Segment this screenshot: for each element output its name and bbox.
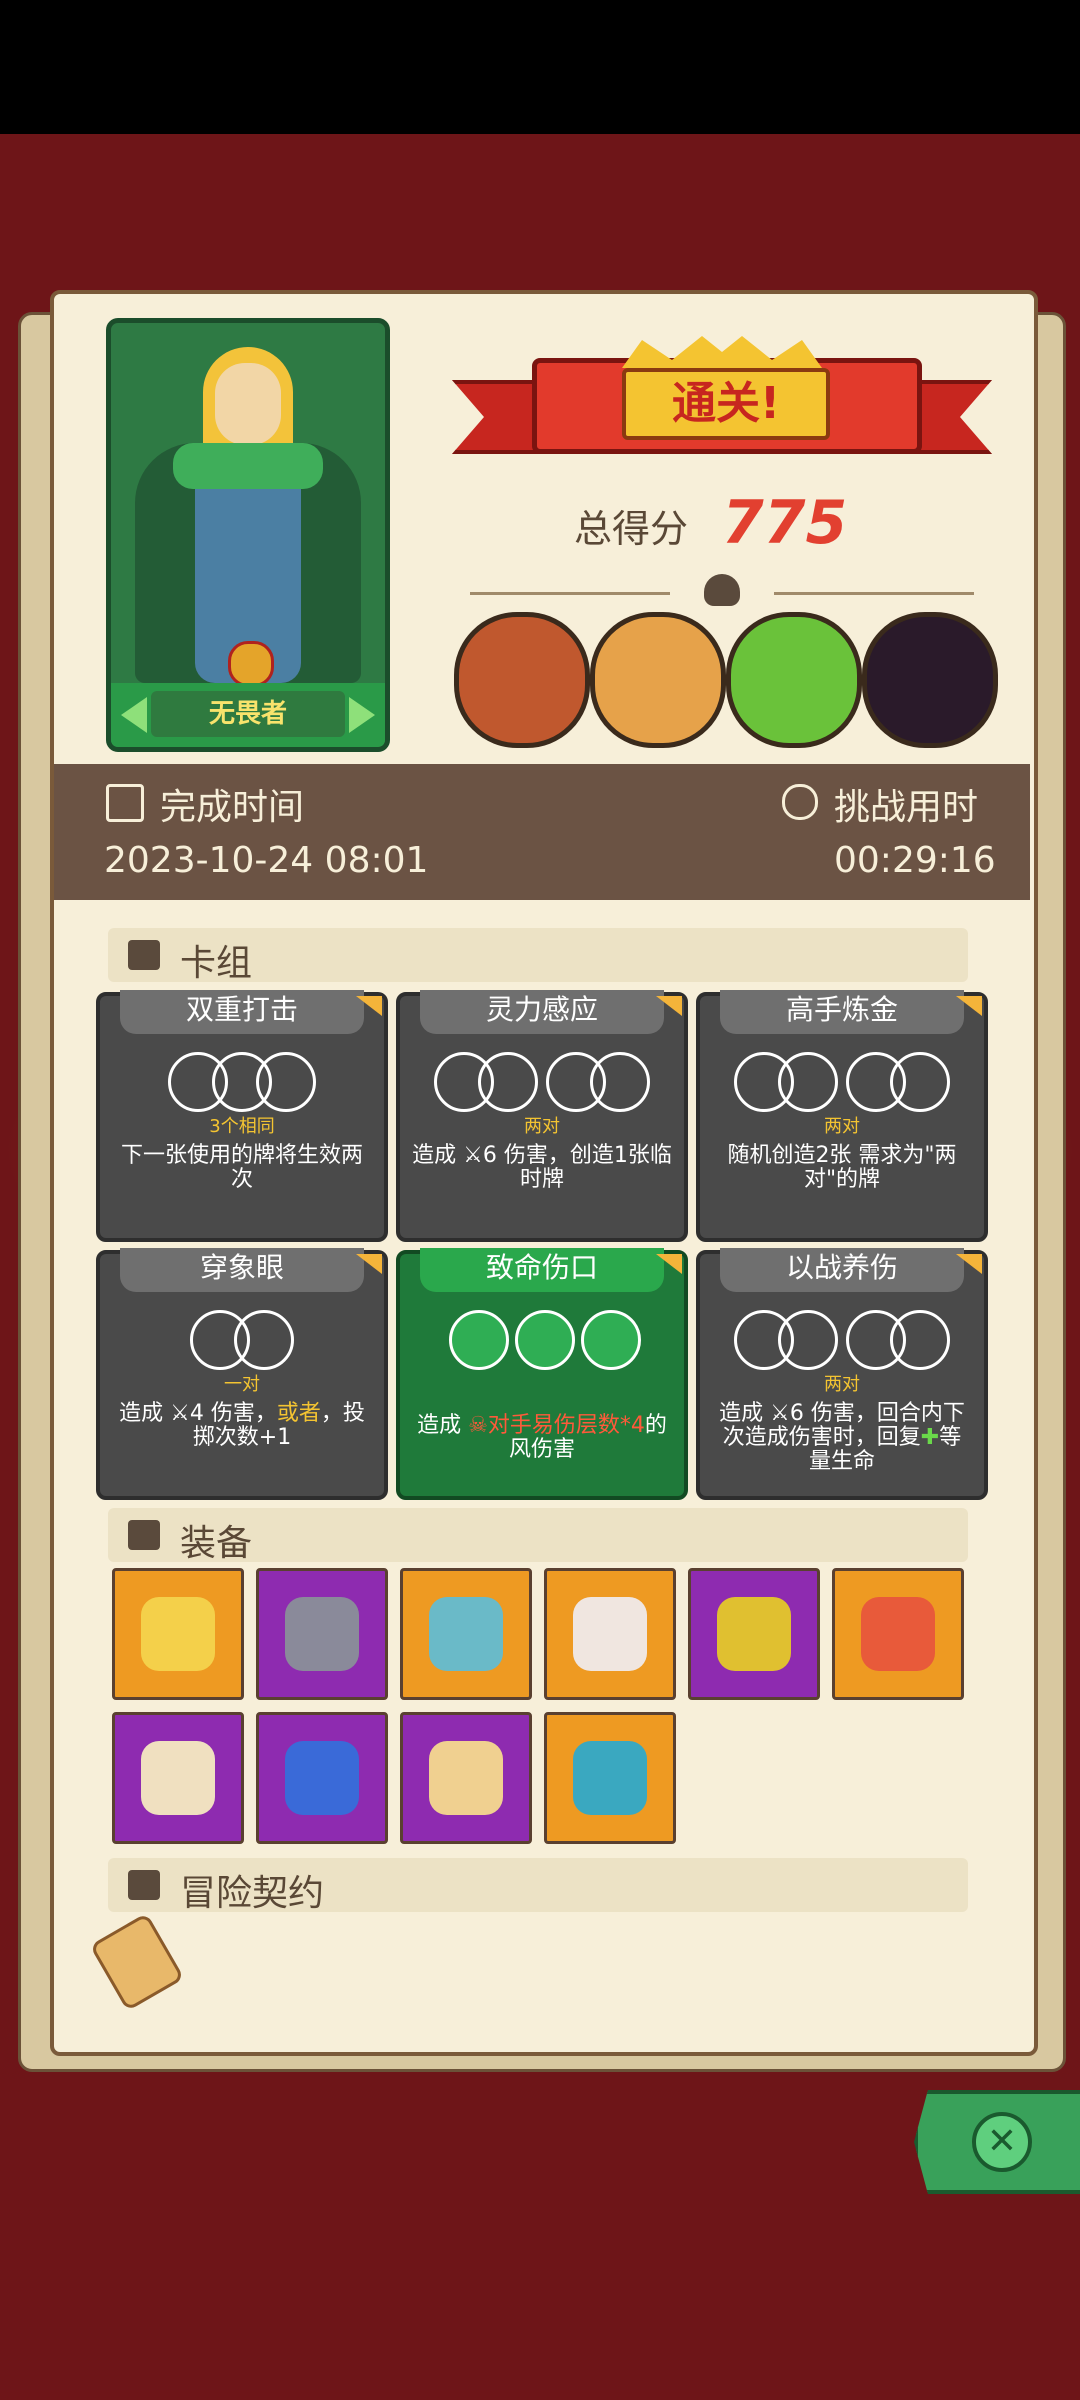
divider-line-right [774, 592, 974, 595]
close-button[interactable]: ✕ [914, 2090, 1080, 2194]
skill-card[interactable]: 以战养伤 两对 造成 ⚔6 伤害，回合内下次造成伤害时，回复✚等量生命 [696, 1248, 988, 1500]
dice-slots [400, 1052, 684, 1116]
card-title: 以战养伤 [720, 1248, 964, 1292]
hero-namebar: 无畏者 [111, 683, 385, 747]
status-bar [0, 0, 1080, 134]
boss-portrait-1[interactable] [454, 612, 590, 748]
card-requirement: 一对 [224, 1374, 260, 1395]
section-deck: 卡组 [108, 928, 968, 984]
card-title: 灵力感应 [420, 990, 664, 1034]
feather-icon [861, 1597, 935, 1671]
equipment-slot[interactable] [544, 1568, 676, 1700]
challenge-time-label: 挑战用时 [834, 787, 979, 828]
skull-icon [704, 574, 740, 606]
daggers-icon [429, 1741, 503, 1815]
info-band: 完成时间 2023-10-24 08:01 挑战用时 00:29:16 [54, 764, 1030, 900]
dice-slots [100, 1052, 384, 1116]
card-description: 造成 ⚔6 伤害，创造1张临时牌 [412, 1143, 672, 1192]
equipment-slot[interactable] [544, 1712, 676, 1844]
card-description: 造成 ⚔6 伤害，回合内下次造成伤害时，回复✚等量生命 [719, 1401, 965, 1474]
card-requirement: 两对 [824, 1374, 860, 1395]
sword-icon: ⚔ [770, 1401, 790, 1426]
equipment-slot[interactable] [688, 1568, 820, 1700]
section-contract-label: 冒险契约 [180, 1873, 325, 1914]
prev-hero-arrow-icon[interactable] [121, 697, 147, 733]
card-title: 致命伤口 [420, 1248, 664, 1292]
equipment-slot[interactable] [112, 1712, 244, 1844]
spirit-flame-icon [285, 1741, 359, 1815]
vulnerable-icon: ☠ [468, 1413, 488, 1438]
crown-icon [141, 1597, 215, 1671]
score-value: 775 [722, 488, 848, 558]
dice-slots [400, 1310, 684, 1374]
skill-card[interactable]: 双重打击 3个相同 下一张使用的牌将生效两次 [96, 990, 388, 1242]
boss-portrait-3[interactable] [726, 612, 862, 748]
section-equipment: 装备 [108, 1508, 968, 1564]
divider-line-left [470, 592, 670, 595]
equipment-slot[interactable] [400, 1712, 532, 1844]
card-title: 高手炼金 [720, 990, 964, 1034]
card-description: 随机创造2张 需求为"两对"的牌 [727, 1143, 957, 1192]
dice-slots [700, 1052, 984, 1116]
finish-time-label: 完成时间 [160, 787, 305, 828]
card-title: 穿象眼 [120, 1248, 364, 1292]
hero-name: 无畏者 [151, 691, 345, 737]
vase-icon [429, 1597, 503, 1671]
clear-title: 通关! [622, 368, 830, 440]
sword-icon: ⚔ [170, 1401, 190, 1426]
cards-icon [128, 940, 160, 970]
boss-portrait-2[interactable] [590, 612, 726, 748]
section-contract: 冒险契约 [108, 1858, 968, 1914]
card-requirement: 两对 [524, 1116, 560, 1137]
section-deck-label: 卡组 [180, 943, 253, 984]
calendar-icon [106, 784, 144, 822]
skill-card[interactable]: 穿象眼 一对 造成 ⚔4 伤害，或者，投掷次数+1 [96, 1248, 388, 1500]
equipment-slot[interactable] [832, 1568, 964, 1700]
skill-card[interactable]: 灵力感应 两对 造成 ⚔6 伤害，创造1张临时牌 [396, 990, 688, 1242]
dice-slots [100, 1310, 384, 1374]
score-label: 总得分 [574, 507, 689, 551]
finish-time-value: 2023-10-24 08:01 [104, 840, 429, 881]
card-description: 造成 ⚔4 伤害，或者，投掷次数+1 [119, 1401, 365, 1450]
hero-badge-icon [228, 641, 274, 687]
card-description: 造成 ☠对手易伤层数*4的风伤害 [417, 1413, 667, 1462]
person-icon [128, 1870, 160, 1900]
section-equipment-label: 装备 [180, 1523, 253, 1564]
equipment-slot[interactable] [112, 1568, 244, 1700]
card-requirement: 3个相同 [209, 1116, 275, 1137]
close-icon: ✕ [972, 2112, 1032, 2172]
card-title: 双重打击 [120, 990, 364, 1034]
box-icon [128, 1520, 160, 1550]
crown-icon [622, 336, 822, 368]
equipment-slot[interactable] [256, 1712, 388, 1844]
hero-face [215, 363, 281, 445]
fang-icon [141, 1741, 215, 1815]
equipment-slot[interactable] [256, 1568, 388, 1700]
skill-card[interactable]: 致命伤口 造成 ☠对手易伤层数*4的风伤害 [396, 1248, 688, 1500]
swirl-icon [573, 1741, 647, 1815]
challenge-time-value: 00:29:16 [834, 840, 996, 881]
card-requirement: 两对 [824, 1116, 860, 1137]
stopwatch-icon [782, 784, 818, 820]
equipment-slot[interactable] [400, 1568, 532, 1700]
jar-icon [573, 1597, 647, 1671]
skill-card[interactable]: 高手炼金 两对 随机创造2张 需求为"两对"的牌 [696, 990, 988, 1242]
next-hero-arrow-icon[interactable] [349, 697, 375, 733]
clear-ribbon: 通关! [452, 328, 992, 478]
ring-icon [717, 1597, 791, 1671]
sword-icon: ⚔ [463, 1143, 483, 1168]
cube-icon [285, 1597, 359, 1671]
heal-plus-icon: ✚ [920, 1425, 940, 1450]
boss-portrait-4[interactable] [862, 612, 998, 748]
hero-portrait[interactable]: 无畏者 [106, 318, 390, 752]
boss-divider [440, 574, 1000, 606]
card-description: 下一张使用的牌将生效两次 [120, 1143, 363, 1192]
dice-slots [700, 1310, 984, 1374]
hero-scarf [173, 443, 323, 489]
